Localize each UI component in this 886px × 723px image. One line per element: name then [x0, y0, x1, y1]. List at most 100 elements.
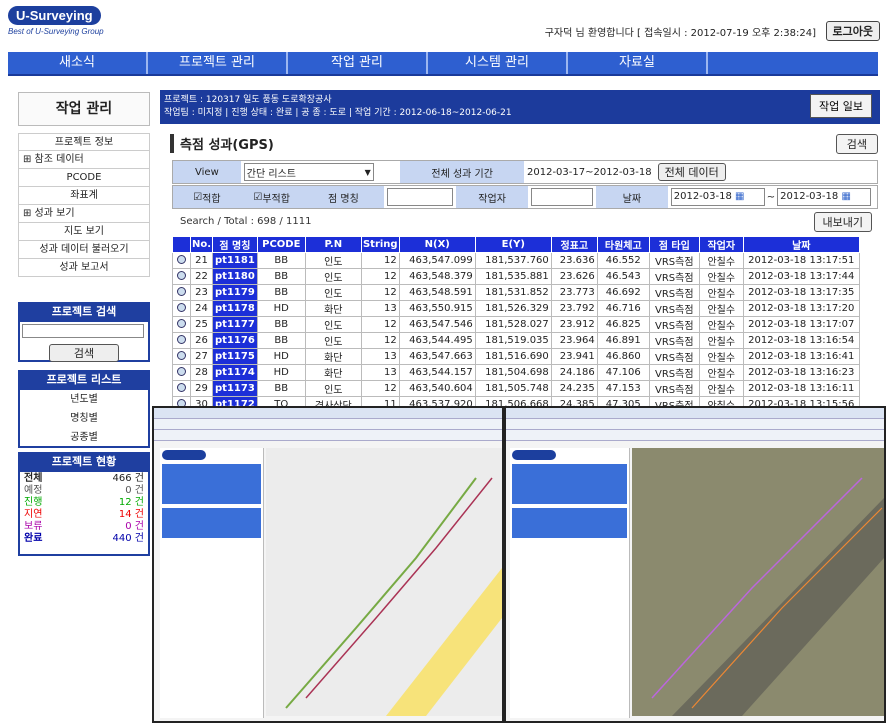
sidebar-item-import[interactable]: 성과 데이터 불러오기 — [18, 241, 150, 259]
table-row[interactable]: 23 pt1179 BB 인도 12 463,548.591 181,531.852 23.7… — [172, 284, 860, 301]
table-cell: 안칠수 — [698, 284, 744, 301]
col-header — [172, 236, 191, 253]
table-cell: 46.825 — [596, 316, 650, 333]
nav-news[interactable]: 새소식 — [8, 52, 148, 74]
project-search-input[interactable] — [22, 324, 144, 338]
project-status-box: 전체 466 건 예정 0 건 진행 12 건 지연 14 건 보류 0 건 완료 440 … — [18, 472, 150, 556]
top-navigation: 새소식 프로젝트 관리 작업 관리 시스템 관리 자료실 — [8, 52, 878, 76]
search-icon — [177, 318, 186, 328]
table-row[interactable]: 28 pt1174 HD 화단 13 463,544.157 181,504.698 24.1… — [172, 364, 860, 381]
table-cell: 인도 — [304, 316, 362, 333]
sidebar-item-project-info[interactable]: 프로젝트 정보 — [18, 133, 150, 151]
logo-text: U-Surveying — [8, 6, 101, 25]
table-cell: 181,528.027 — [474, 316, 552, 333]
table-cell: 2012-03-18 13:16:54 — [742, 332, 860, 349]
table-cell: 안칠수 — [698, 300, 744, 317]
section-title: 측점 성과(GPS) — [170, 134, 274, 153]
nav-system-management[interactable]: 시스템 관리 — [428, 52, 568, 74]
table-row[interactable]: 21 pt1181 BB 인도 12 463,547.099 181,537.760 23.6… — [172, 252, 860, 269]
col-header: 날짜 — [742, 236, 860, 253]
date-to-input[interactable]: 2012-03-18 ▦ — [777, 188, 872, 206]
map-view[interactable] — [266, 448, 502, 716]
magnifier-icon[interactable] — [172, 364, 191, 381]
checkbox-fail-cell[interactable]: ☑ 부적합 — [240, 186, 303, 208]
table-cell: 23.773 — [550, 284, 598, 301]
checkbox-checked-icon: ☑ — [253, 191, 263, 203]
table-cell: 인도 — [304, 332, 362, 349]
magnifier-icon[interactable] — [172, 252, 191, 269]
table-cell: 안칠수 — [698, 348, 744, 365]
table-cell: 24.186 — [550, 364, 598, 381]
magnifier-icon[interactable] — [172, 332, 191, 349]
col-header: E(Y) — [474, 236, 552, 253]
worker-input[interactable] — [530, 188, 593, 206]
view-select[interactable]: 간단 리스트 ▼ — [243, 163, 374, 181]
magnifier-icon[interactable] — [172, 348, 191, 365]
project-list-by-name[interactable]: 명칭별 — [20, 409, 148, 428]
table-cell: 12 — [360, 316, 400, 333]
work-report-button[interactable]: 작업 일보 — [810, 94, 872, 118]
project-search-button[interactable]: 검색 — [49, 344, 119, 362]
table-row[interactable]: 22 pt1180 BB 인도 12 463,548.379 181,535.881 23.6… — [172, 268, 860, 285]
table-cell: HD — [256, 300, 306, 317]
table-row[interactable]: 27 pt1175 HD 화단 13 463,547.663 181,516.690 23.9… — [172, 348, 860, 365]
magnifier-icon[interactable] — [172, 268, 191, 285]
checkbox-pass-cell[interactable]: ☑ 적합 — [173, 186, 241, 208]
table-cell: 인도 — [304, 268, 362, 285]
magnifier-icon[interactable] — [172, 380, 191, 397]
project-list-by-year[interactable]: 년도별 — [20, 390, 148, 409]
table-cell: 화단 — [304, 364, 362, 381]
nav-archive[interactable]: 자료실 — [568, 52, 708, 74]
magnifier-icon[interactable] — [172, 284, 191, 301]
point-name-input[interactable] — [387, 188, 454, 206]
table-cell: 안칠수 — [698, 268, 744, 285]
search-icon — [177, 286, 186, 296]
sidebar-item-reference-data[interactable]: ⊞ 참조 데이터 — [18, 151, 150, 169]
table-cell: 181,504.698 — [474, 364, 552, 381]
table-cell: 28 — [190, 364, 213, 381]
table-cell: 안칠수 — [698, 380, 744, 397]
table-cell: BB — [256, 252, 306, 269]
date-from-input[interactable]: 2012-03-18 ▦ — [670, 188, 765, 206]
export-button[interactable]: 내보내기 — [813, 212, 872, 232]
logout-button[interactable]: 로그아웃 — [825, 21, 880, 41]
table-cell: 24 — [190, 300, 213, 317]
table-cell: 23 — [190, 284, 213, 301]
table-cell: 화단 — [304, 300, 362, 317]
table-cell: 47.106 — [596, 364, 650, 381]
table-row[interactable]: 25 pt1177 BB 인도 12 463,547.546 181,528.027 23.9… — [172, 316, 860, 333]
table-cell: 463,547.099 — [398, 252, 476, 269]
table-cell: 안칠수 — [698, 332, 744, 349]
magnifier-icon[interactable] — [172, 300, 191, 317]
sidebar-item-report[interactable]: 성과 보고서 — [18, 259, 150, 277]
table-cell: 463,550.915 — [398, 300, 476, 317]
table-cell: 46.860 — [596, 348, 650, 365]
sidebar-item-results[interactable]: ⊞ 성과 보기 — [18, 205, 150, 223]
status-row-hold: 보류 0 건 — [24, 521, 144, 532]
project-list-by-type[interactable]: 공종별 — [20, 428, 148, 447]
magnifier-icon[interactable] — [172, 316, 191, 333]
nav-project-management[interactable]: 프로젝트 관리 — [148, 52, 288, 74]
view-label: View — [173, 161, 241, 183]
all-data-button[interactable]: 전체 데이터 — [657, 163, 726, 181]
status-row-planned: 예정 0 건 — [24, 485, 144, 496]
satellite-map-view[interactable] — [632, 448, 884, 716]
table-cell: pt1175 — [212, 348, 258, 365]
calendar-icon[interactable]: ▦ — [735, 191, 744, 202]
search-icon — [177, 302, 186, 312]
calendar-icon[interactable]: ▦ — [841, 191, 850, 202]
table-row[interactable]: 24 pt1178 HD 화단 13 463,550.915 181,526.329 23.7… — [172, 300, 860, 317]
nav-work-management[interactable]: 작업 관리 — [288, 52, 428, 74]
sidebar-item-coordinate[interactable]: 좌표계 — [18, 187, 150, 205]
table-cell: 13 — [360, 300, 400, 317]
table-cell: pt1177 — [212, 316, 258, 333]
sidebar-item-map[interactable]: 지도 보기 — [18, 223, 150, 241]
project-search-box: 검색 — [18, 322, 150, 362]
table-cell: pt1174 — [212, 364, 258, 381]
logo: U-Surveying Best of U-Surveying Group — [8, 6, 158, 42]
table-cell: VRS측점 — [648, 268, 700, 285]
table-row[interactable]: 29 pt1173 BB 인도 12 463,540.604 181,505.748 24.2… — [172, 380, 860, 397]
sidebar-item-pcode[interactable]: PCODE — [18, 169, 150, 187]
search-button[interactable]: 검색 — [835, 134, 878, 154]
table-row[interactable]: 26 pt1176 BB 인도 12 463,544.495 181,519.035 23.9… — [172, 332, 860, 349]
